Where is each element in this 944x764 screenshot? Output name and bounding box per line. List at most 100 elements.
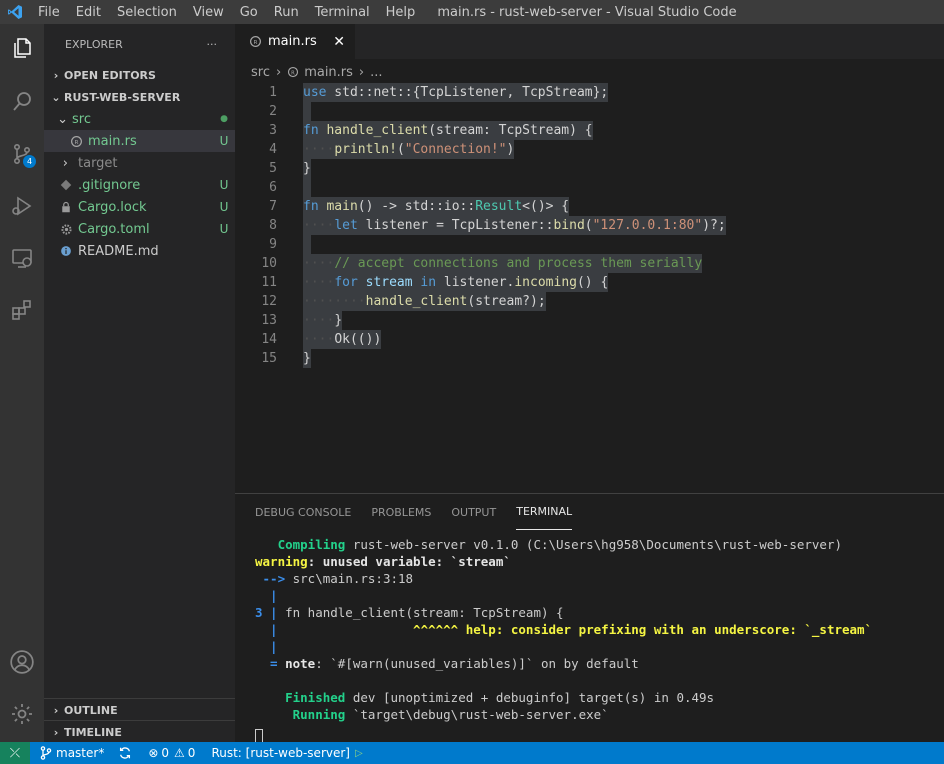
play-icon: ▷ bbox=[354, 747, 363, 759]
note-label: note bbox=[277, 656, 316, 671]
timeline-section[interactable]: › TIMELINE bbox=[44, 721, 235, 743]
code-line: fn main() -> std::io::Result<()> { bbox=[303, 197, 570, 216]
untracked-badge: U bbox=[219, 222, 229, 236]
tree-folder-target[interactable]: › target bbox=[44, 152, 235, 174]
scm-badge: 4 bbox=[23, 155, 36, 168]
line-number: 8 bbox=[269, 218, 277, 233]
code-line bbox=[303, 178, 311, 197]
terminal-gutter: 3 | bbox=[255, 605, 278, 620]
code-line: ····} bbox=[303, 311, 343, 330]
timeline-label: TIMELINE bbox=[64, 725, 122, 739]
breadcrumb-file[interactable]: main.rs bbox=[304, 65, 353, 80]
code-line: use std::net::{TcpListener, TcpStream}; bbox=[303, 83, 609, 102]
problems-item[interactable]: ⊗ 0 ⚠ 0 bbox=[148, 746, 195, 760]
breadcrumb-symbol[interactable]: ... bbox=[370, 65, 382, 80]
chevron-right-icon: › bbox=[358, 64, 365, 80]
explorer-sidebar: EXPLORER ··· › OPEN EDITORS ⌄ RUST-WEB-S… bbox=[44, 24, 235, 742]
tab-problems[interactable]: PROBLEMS bbox=[371, 494, 431, 530]
git-file-icon bbox=[60, 179, 78, 191]
chevron-right-icon: › bbox=[275, 64, 282, 80]
code-editor[interactable]: 1 use std::net::{TcpListener, TcpStream};… bbox=[235, 83, 944, 493]
accounts-icon[interactable] bbox=[6, 646, 38, 678]
error-icon: ⊗ bbox=[148, 746, 159, 760]
tree-file-cargo-lock[interactable]: Cargo.lock U bbox=[44, 196, 235, 218]
sync-icon[interactable] bbox=[118, 746, 132, 760]
menu-help[interactable]: Help bbox=[378, 5, 424, 20]
remote-explorer-icon[interactable] bbox=[6, 242, 38, 274]
settings-gear-icon[interactable] bbox=[6, 698, 38, 730]
more-actions-icon[interactable]: ··· bbox=[207, 38, 218, 51]
menu-go[interactable]: Go bbox=[232, 5, 266, 20]
tab-main-rs[interactable]: R main.rs ✕ bbox=[235, 24, 355, 59]
terminal-arrow: --> bbox=[255, 571, 286, 586]
chevron-down-icon: ⌄ bbox=[57, 111, 68, 127]
line-number: 12 bbox=[261, 294, 277, 309]
outline-section[interactable]: › OUTLINE bbox=[44, 699, 235, 721]
close-icon[interactable]: ✕ bbox=[333, 34, 345, 50]
branch-label: master* bbox=[56, 746, 105, 760]
menu-view[interactable]: View bbox=[185, 5, 232, 20]
source-control-icon[interactable]: 4 bbox=[6, 138, 38, 170]
menu-selection[interactable]: Selection bbox=[109, 5, 185, 20]
tree-file-main-rs[interactable]: R main.rs U bbox=[44, 130, 235, 152]
terminal-text: : unused variable: `stream` bbox=[307, 554, 511, 569]
title-bar: File Edit Selection View Go Run Terminal… bbox=[0, 0, 944, 24]
search-icon[interactable] bbox=[6, 86, 38, 118]
tree-file-cargo-toml[interactable]: Cargo.toml U bbox=[44, 218, 235, 240]
tree-file-readme[interactable]: README.md bbox=[44, 240, 235, 262]
menu-run[interactable]: Run bbox=[266, 5, 307, 20]
menu-bar: File Edit Selection View Go Run Terminal… bbox=[30, 5, 423, 20]
tree-label: README.md bbox=[78, 243, 159, 259]
finished-label: Finished bbox=[255, 690, 346, 705]
rust-file-icon: R bbox=[70, 135, 88, 148]
run-config-item[interactable]: Rust: [rust-web-server] ▷ bbox=[211, 746, 362, 760]
line-number: 7 bbox=[269, 199, 277, 214]
gear-file-icon bbox=[60, 223, 78, 236]
run-config-label: Rust: [rust-web-server] bbox=[211, 746, 350, 760]
terminal-text: rust-web-server v0.1.0 (C:\Users\hg958\D… bbox=[345, 537, 843, 552]
tab-terminal[interactable]: TERMINAL bbox=[516, 494, 573, 530]
line-number: 2 bbox=[269, 104, 277, 119]
remote-indicator[interactable]: ⤫ bbox=[0, 742, 30, 764]
window-title: main.rs - rust-web-server - Visual Studi… bbox=[437, 4, 737, 20]
tab-debug-console[interactable]: DEBUG CONSOLE bbox=[255, 494, 351, 530]
terminal-gutter: | bbox=[255, 588, 278, 603]
menu-file[interactable]: File bbox=[30, 5, 68, 20]
menu-edit[interactable]: Edit bbox=[68, 5, 109, 20]
terminal-output[interactable]: Compiling rust-web-server v0.1.0 (C:\Use… bbox=[255, 536, 872, 745]
tree-folder-src[interactable]: ⌄ src ● bbox=[44, 108, 235, 130]
explorer-title: EXPLORER bbox=[65, 37, 123, 51]
svg-text:R: R bbox=[254, 40, 258, 46]
tab-output[interactable]: OUTPUT bbox=[451, 494, 496, 530]
code-line: ········handle_client(stream?); bbox=[303, 292, 546, 311]
line-number: 4 bbox=[269, 142, 277, 157]
line-number: 15 bbox=[261, 351, 277, 366]
activity-bar: 4 bbox=[0, 24, 44, 742]
terminal-gutter: = bbox=[255, 656, 278, 671]
code-line bbox=[303, 102, 311, 121]
explorer-icon[interactable] bbox=[6, 32, 38, 64]
tree-label: target bbox=[78, 155, 118, 171]
open-editors-section[interactable]: › OPEN EDITORS bbox=[44, 64, 235, 86]
line-number: 1 bbox=[269, 85, 277, 100]
line-number: 14 bbox=[261, 332, 277, 347]
code-line: } bbox=[303, 349, 311, 368]
tree-file-gitignore[interactable]: .gitignore U bbox=[44, 174, 235, 196]
chevron-right-icon: › bbox=[53, 68, 59, 82]
tree-label: Cargo.lock bbox=[78, 199, 147, 215]
remote-icon: ⤫ bbox=[9, 745, 21, 761]
code-line: } bbox=[303, 159, 311, 178]
warning-icon: ⚠ bbox=[174, 746, 185, 760]
chevron-right-icon: › bbox=[53, 725, 59, 739]
status-bar: ⤫ master* ⊗ 0 ⚠ 0 Rust: [rust-web-server… bbox=[0, 742, 944, 764]
breadcrumb-folder[interactable]: src bbox=[251, 65, 270, 80]
menu-terminal[interactable]: Terminal bbox=[307, 5, 378, 20]
tree-label: src bbox=[72, 111, 91, 127]
project-section[interactable]: ⌄ RUST-WEB-SERVER bbox=[44, 86, 235, 108]
open-editors-label: OPEN EDITORS bbox=[64, 68, 156, 82]
extensions-icon[interactable] bbox=[6, 294, 38, 326]
line-number: 5 bbox=[269, 161, 277, 176]
run-debug-icon[interactable] bbox=[6, 190, 38, 222]
branch-item[interactable]: master* bbox=[40, 746, 104, 760]
code-line: ····println!("Connection!") bbox=[303, 140, 515, 159]
